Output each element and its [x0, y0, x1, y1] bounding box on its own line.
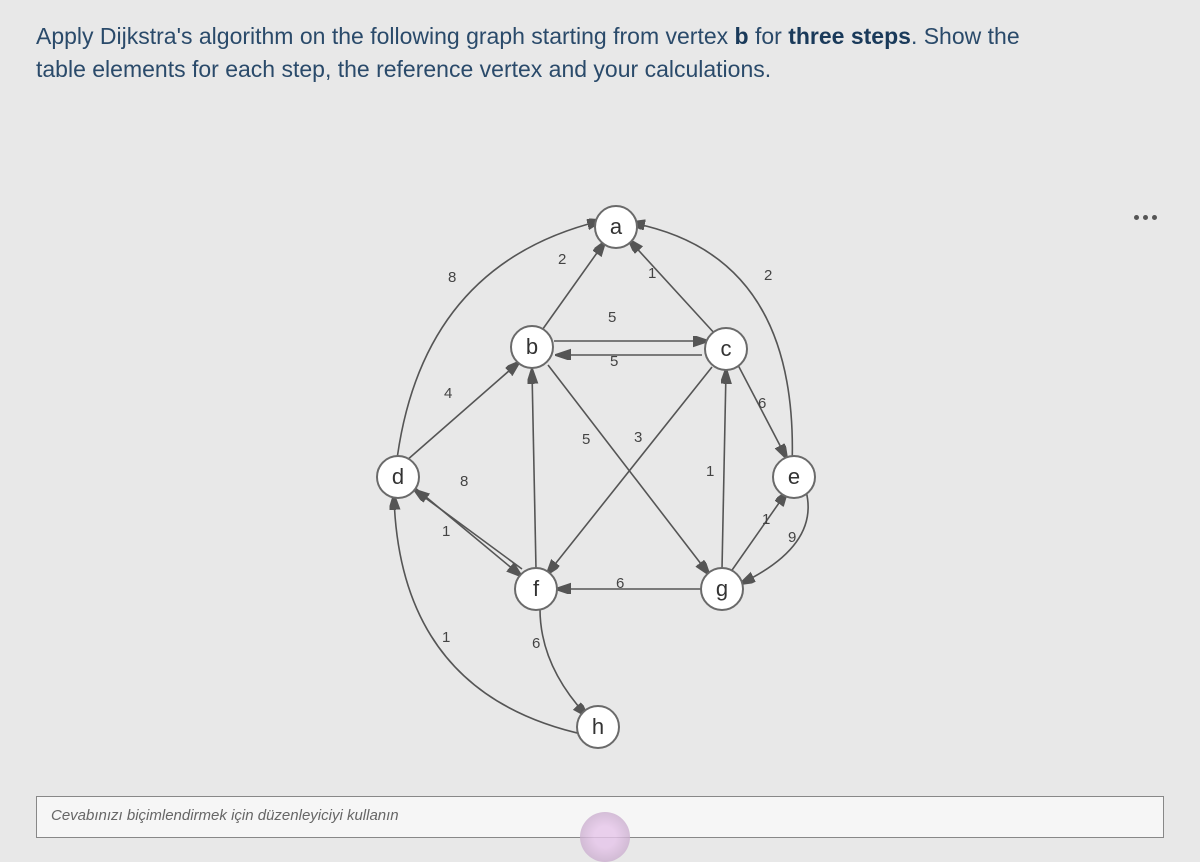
- edge-weight-d-a: 8: [446, 269, 458, 286]
- loading-spinner-icon: [580, 812, 630, 862]
- node-h: h: [576, 705, 620, 749]
- node-b: b: [510, 325, 554, 369]
- edge-weight-d-b: 4: [442, 385, 454, 402]
- edge-weight-c-a: 1: [646, 265, 658, 282]
- q-bold-steps: three steps: [788, 23, 911, 49]
- edge-weight-b-c: 5: [606, 309, 618, 326]
- edge-weight-g-f: 6: [614, 575, 626, 592]
- node-d: d: [376, 455, 420, 499]
- edge-weight-g-e: 1: [760, 511, 772, 528]
- node-label: b: [526, 334, 538, 360]
- q-text-mid: for: [749, 23, 789, 49]
- edge-weight-c-f: 5: [580, 431, 592, 448]
- edge-weight-b-a: 2: [556, 251, 568, 268]
- node-label: d: [392, 464, 404, 490]
- node-label: g: [716, 576, 728, 602]
- q-bold-vertex: b: [735, 23, 749, 49]
- question-text: Apply Dijkstra's algorithm on the follow…: [36, 20, 1120, 87]
- node-label: f: [533, 576, 539, 602]
- graph-edges: [0, 175, 1200, 775]
- edge-weight-f-h: 6: [530, 635, 542, 652]
- edge-weight-h-d: 1: [440, 629, 452, 646]
- answer-placeholder: Cevabınızı biçimlendirmek için düzenleyi…: [51, 807, 399, 824]
- node-a: a: [594, 205, 638, 249]
- node-label: a: [610, 214, 622, 240]
- q-text-2: table elements for each step, the refere…: [36, 56, 771, 82]
- edge-weight-e-g: 9: [786, 529, 798, 546]
- edge-weight-f-d: 1: [440, 523, 452, 540]
- edge-weight-d-f: 8: [458, 473, 470, 490]
- graph-diagram: a b c d e f g h 2 1 2 8 5 5 4 6 1 3 5 8 …: [0, 175, 1200, 775]
- node-label: c: [721, 336, 732, 362]
- edge-weight-c-e: 6: [756, 395, 768, 412]
- edge-weight-g-c: 1: [704, 463, 716, 480]
- edge-weight-b-g: 3: [632, 429, 644, 446]
- edge-weight-e-a: 2: [762, 267, 774, 284]
- node-g: g: [700, 567, 744, 611]
- node-label: h: [592, 714, 604, 740]
- edge-weight-c-b: 5: [608, 353, 620, 370]
- node-label: e: [788, 464, 800, 490]
- node-e: e: [772, 455, 816, 499]
- node-f: f: [514, 567, 558, 611]
- q-text-1: Apply Dijkstra's algorithm on the follow…: [36, 23, 735, 49]
- q-text-post: . Show the: [911, 23, 1020, 49]
- node-c: c: [704, 327, 748, 371]
